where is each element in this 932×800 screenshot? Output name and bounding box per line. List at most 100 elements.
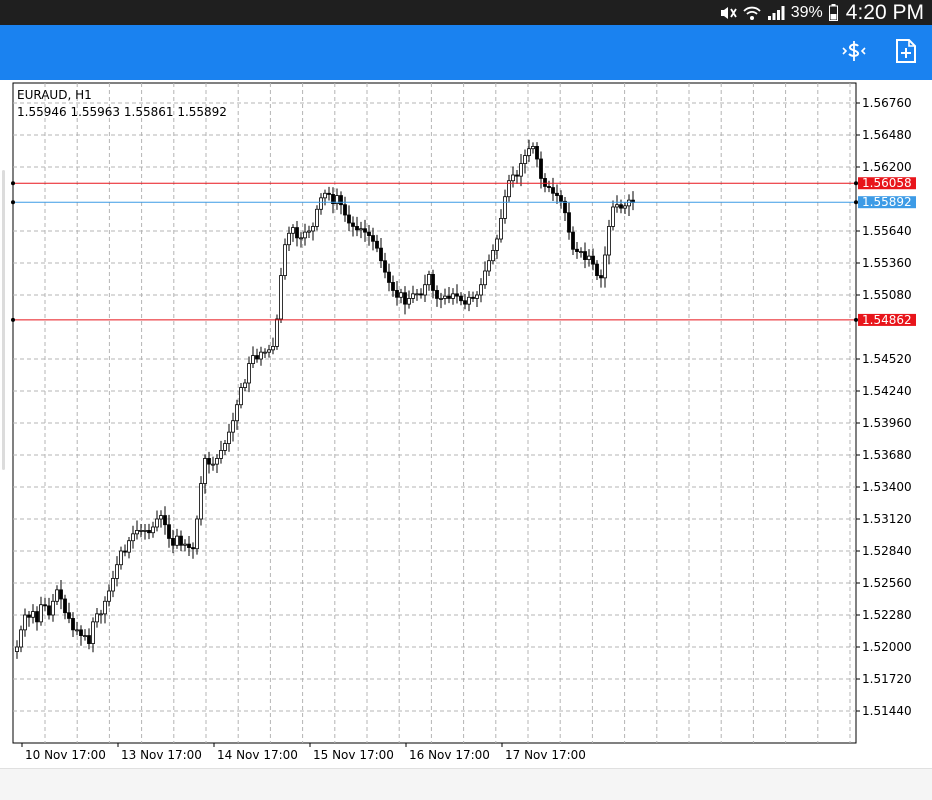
price-chart[interactable]: 1.56760 1.56480 1.56200 1.55640 1.55360 1.550… (0, 80, 932, 768)
candle-body (263, 351, 267, 354)
candle-body (239, 387, 243, 406)
candle-body (251, 355, 255, 364)
candle-body (359, 228, 363, 231)
y-tick-label: 1.53400 (862, 480, 912, 494)
candle-body (563, 200, 567, 214)
candle-body (351, 222, 355, 227)
candle-body (603, 254, 607, 279)
candle-body (575, 248, 579, 252)
candle-body (611, 206, 615, 227)
candle-body (459, 295, 463, 302)
candle-body (291, 227, 295, 234)
y-tick-label: 1.52560 (862, 576, 912, 590)
candle-body (543, 178, 547, 187)
candle-body (483, 270, 487, 286)
candle-body (235, 404, 239, 422)
candle-body (275, 318, 279, 347)
y-tick-label: 1.56760 (862, 96, 912, 110)
candle-body (423, 284, 427, 296)
candle-body (123, 550, 127, 553)
trade-button[interactable] (841, 40, 867, 66)
candle-body (315, 208, 319, 227)
new-order-button[interactable] (893, 38, 919, 69)
price-line-label: 1.56058 (862, 176, 912, 190)
candle-body (451, 293, 455, 299)
candle-body (487, 260, 491, 272)
chart-area[interactable]: 1.56760 1.56480 1.56200 1.55640 1.55360 1.550… (0, 80, 932, 768)
candle-body (55, 589, 59, 602)
candle-body (567, 212, 571, 233)
price-line-label: 1.54862 (862, 313, 912, 327)
candle-body (115, 564, 119, 579)
candle-body (31, 611, 35, 618)
candle-body (343, 204, 347, 216)
candle-body (195, 518, 199, 550)
candle-body (139, 530, 143, 532)
candle-body (555, 192, 559, 196)
y-tick-label: 1.52000 (862, 640, 912, 654)
candle-body (535, 146, 539, 160)
price-line-anchor (854, 317, 858, 322)
candle-body (383, 260, 387, 273)
wifi-icon (743, 5, 761, 21)
candle-body (187, 543, 191, 548)
candle-body (203, 458, 207, 484)
candle-body (271, 346, 275, 351)
price-line-anchor (854, 200, 858, 205)
candle-body (151, 526, 155, 534)
candle-body (231, 420, 235, 433)
y-tick-label: 1.52280 (862, 608, 912, 622)
candle-body (411, 293, 415, 299)
candle-body (99, 613, 103, 616)
candle-body (407, 298, 411, 305)
plot-frame (12, 82, 857, 744)
candle-body (183, 543, 187, 546)
candle-body (623, 205, 627, 209)
candle-body (491, 250, 495, 262)
candle-body (499, 218, 503, 240)
candle-body (547, 186, 551, 188)
candle-body (15, 646, 19, 652)
x-tick-label: 17 Nov 17:00 (505, 748, 586, 762)
candle-body (287, 232, 291, 246)
trade-icon (841, 38, 867, 69)
candle-body (215, 458, 219, 465)
candle-body (219, 450, 223, 459)
candle-body (599, 275, 603, 279)
candle-body (511, 174, 515, 182)
candle-body (175, 535, 179, 546)
candle-body (135, 530, 139, 535)
new-order-icon (895, 38, 917, 69)
candle-body (519, 163, 523, 177)
bottom-strip (0, 768, 932, 800)
y-tick-label: 1.52840 (862, 544, 912, 558)
x-tick-label: 10 Nov 17:00 (25, 748, 106, 762)
status-bar: 39% 4:20 PM (0, 0, 932, 25)
candle-body (39, 604, 43, 623)
candle-body (395, 290, 399, 298)
candle-body (431, 274, 435, 291)
candle-body (307, 230, 311, 233)
chart-symbol-label: EURAUD, H1 (17, 88, 92, 102)
candle-body (103, 600, 107, 615)
candle-body (615, 204, 619, 208)
candle-body (147, 530, 151, 534)
candle-body (43, 604, 47, 607)
candle-body (67, 612, 71, 619)
candle-body (311, 226, 315, 232)
candle-body (131, 533, 135, 542)
candle-body (607, 226, 611, 256)
candle-body (163, 515, 167, 526)
candle-body (23, 614, 27, 631)
y-tick-label: 1.56480 (862, 128, 912, 142)
candle-body (539, 158, 543, 179)
candle-body (299, 237, 303, 240)
candle-body (87, 635, 91, 644)
candle-body (119, 550, 123, 566)
candle-body (207, 458, 211, 465)
candle-body (627, 199, 631, 207)
candle-body (447, 295, 451, 299)
candle-body (439, 298, 443, 300)
candle-body (63, 598, 67, 614)
candle-body (303, 231, 307, 239)
